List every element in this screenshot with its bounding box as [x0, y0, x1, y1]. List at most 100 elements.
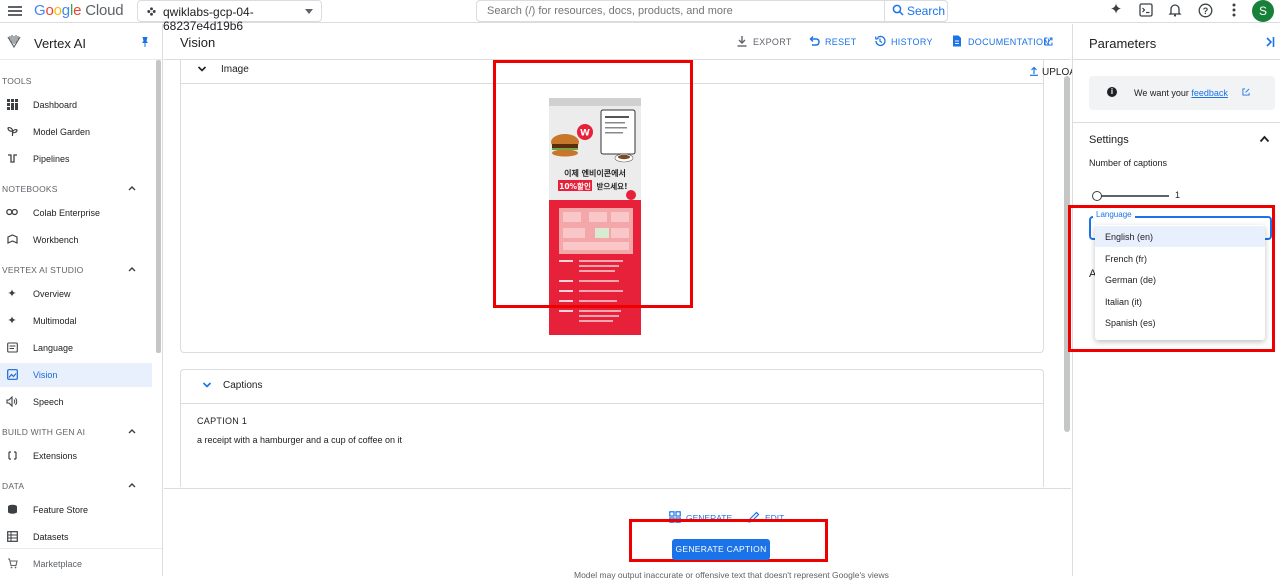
- more-vert-icon[interactable]: [1225, 1, 1243, 19]
- sidebar-item-pipelines[interactable]: Pipelines: [0, 147, 152, 171]
- left-nav: Vertex AI TOOLS Dashboard Model Garden P…: [0, 24, 163, 576]
- image-card-title: Image: [221, 64, 249, 75]
- sidebar-item-label: Language: [33, 343, 74, 353]
- page-title: Vision: [180, 35, 216, 50]
- captions-card: Captions CAPTION 1 a receipt with a hamb…: [180, 369, 1044, 487]
- sidebar-item-marketplace[interactable]: Marketplace: [0, 552, 152, 576]
- sidebar-item-label: Workbench: [33, 235, 79, 245]
- notifications-icon[interactable]: [1166, 1, 1184, 19]
- parameters-header: Parameters: [1073, 24, 1280, 60]
- chevron-down-icon: [202, 382, 212, 388]
- info-icon: i: [1107, 87, 1117, 97]
- disclaimer-text: Model may output inaccurate or offensive…: [574, 570, 889, 580]
- workbench-icon: [6, 234, 18, 246]
- model-garden-icon: [6, 126, 18, 138]
- help-icon[interactable]: ?: [1196, 1, 1214, 19]
- speech-icon: [6, 395, 18, 408]
- project-icon: [147, 7, 156, 16]
- vertex-ai-logo-icon: [7, 35, 21, 49]
- captions-slider-value: 1: [1175, 190, 1181, 200]
- bottom-action-panel: GENERATE EDIT GENERATE CAPTION Model may…: [164, 488, 1071, 580]
- sparkle-icon: ✦: [7, 288, 17, 300]
- parameters-title: Parameters: [1089, 36, 1157, 51]
- google-cloud-logo[interactable]: Google Cloud: [34, 2, 124, 19]
- captions-card-title: Captions: [223, 380, 263, 391]
- history-icon: [874, 35, 886, 47]
- external-link-icon: [1242, 88, 1250, 96]
- section-data: DATA: [2, 481, 25, 491]
- nav-header: Vertex AI: [0, 24, 162, 60]
- sidebar-item-label: Pipelines: [33, 154, 70, 164]
- sidebar-item-speech[interactable]: Speech: [0, 390, 152, 414]
- section-build-with-gen-ai: BUILD WITH GEN AI: [2, 427, 86, 437]
- sidebar-item-label: Vision: [33, 370, 58, 380]
- nav-title: Vertex AI: [34, 36, 87, 51]
- sidebar-item-workbench[interactable]: Workbench: [0, 228, 152, 252]
- sidebar-item-extensions[interactable]: Extensions: [0, 444, 152, 468]
- dropdown-highlight-frame: [1068, 205, 1275, 352]
- image-highlight-frame: [493, 60, 693, 308]
- section-vertex-ai-studio: VERTEX AI STUDIO: [2, 265, 84, 275]
- captions-slider-track[interactable]: [1097, 195, 1169, 197]
- chevron-up-icon[interactable]: [128, 265, 136, 273]
- download-icon: [737, 36, 747, 47]
- sidebar-item-model-garden[interactable]: Model Garden: [0, 120, 152, 144]
- chevron-up-icon[interactable]: [128, 184, 136, 192]
- section-tools: TOOLS: [2, 76, 32, 86]
- sidebar-item-multimodal[interactable]: ✦ Multimodal: [0, 309, 152, 333]
- pin-icon[interactable]: [141, 37, 149, 47]
- search-input[interactable]: [477, 1, 885, 21]
- feedback-banner: i We want your feedback: [1089, 76, 1275, 110]
- colab-icon: [6, 207, 18, 219]
- settings-title: Settings: [1089, 134, 1129, 146]
- captions-card-header[interactable]: Captions: [181, 376, 1043, 398]
- search-icon: [892, 4, 904, 16]
- chevron-up-icon[interactable]: [1259, 135, 1270, 143]
- sidebar-item-label: Multimodal: [33, 316, 77, 326]
- sidebar-item-feature-store[interactable]: Feature Store: [0, 498, 152, 522]
- search-bar: Search: [476, 0, 948, 22]
- sidebar-item-overview[interactable]: ✦ Overview: [0, 282, 152, 306]
- captions-slider-thumb[interactable]: [1092, 191, 1102, 201]
- cloud-shell-icon[interactable]: [1137, 1, 1155, 19]
- caption-text: a receipt with a hamburger and a cup of …: [197, 435, 402, 445]
- caption-label: CAPTION 1: [197, 416, 248, 426]
- sidebar-item-vision[interactable]: Vision: [0, 363, 152, 387]
- chevron-down-icon: [305, 9, 313, 14]
- sidebar-item-label: Extensions: [33, 451, 78, 461]
- chevron-up-icon[interactable]: [128, 427, 136, 435]
- feature-store-icon: [6, 504, 18, 516]
- language-icon: [6, 342, 18, 354]
- extensions-icon: [6, 450, 18, 462]
- svg-text:?: ?: [1202, 6, 1208, 16]
- marketplace-icon: [6, 558, 18, 570]
- upload-icon: [1030, 66, 1038, 76]
- search-button[interactable]: Search: [884, 0, 948, 22]
- vision-icon: [6, 369, 18, 381]
- project-selector[interactable]: qwiklabs-gcp-04-68237e4d19b6: [137, 0, 322, 33]
- top-bar: Google Cloud qwiklabs-gcp-04-68237e4d19b…: [0, 0, 1280, 33]
- avatar[interactable]: S: [1252, 0, 1274, 22]
- number-of-captions-label: Number of captions: [1089, 158, 1168, 168]
- gemini-icon[interactable]: ✦: [1107, 1, 1125, 19]
- sidebar-item-label: Feature Store: [33, 505, 89, 515]
- nav-footer: Marketplace: [0, 548, 162, 576]
- collapse-panel-icon[interactable]: [1265, 36, 1275, 48]
- sidebar-item-label: Speech: [33, 397, 64, 407]
- main-content: Vision EXPORT RESET HISTORY DOCUMENTATIO…: [164, 24, 1118, 580]
- sidebar-item-colab-enterprise[interactable]: Colab Enterprise: [0, 201, 152, 225]
- chevron-up-icon[interactable]: [128, 481, 136, 489]
- sidebar-item-language[interactable]: Language: [0, 336, 152, 360]
- generate-caption-button[interactable]: GENERATE CAPTION: [672, 539, 770, 560]
- feedback-link[interactable]: feedback: [1191, 88, 1228, 98]
- external-link-icon: [1044, 37, 1053, 46]
- sidebar-item-datasets[interactable]: Datasets: [0, 525, 152, 549]
- dashboard-icon: [6, 99, 18, 111]
- sidebar-item-label: Marketplace: [33, 559, 83, 569]
- page-header: Vision EXPORT RESET HISTORY DOCUMENTATIO…: [164, 24, 1071, 60]
- pipelines-icon: [6, 153, 18, 165]
- menu-icon[interactable]: [8, 4, 22, 18]
- sidebar-item-dashboard[interactable]: Dashboard: [0, 93, 152, 117]
- sidebar-item-label: Colab Enterprise: [33, 208, 101, 218]
- nav-scrollbar[interactable]: [156, 60, 161, 353]
